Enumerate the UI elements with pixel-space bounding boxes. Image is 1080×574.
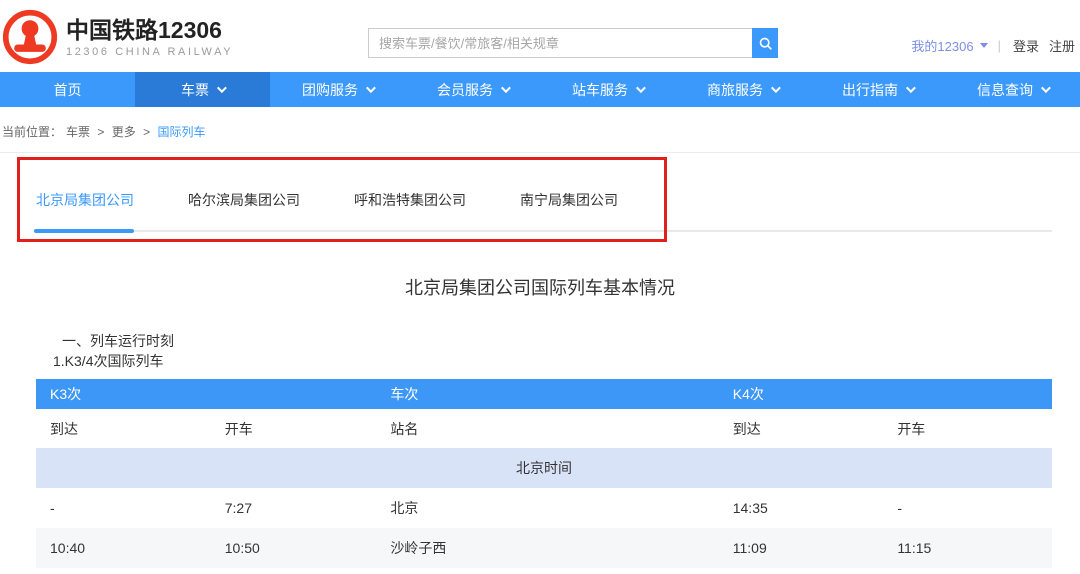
nav-item-station-service[interactable]: 站车服务 xyxy=(540,72,675,107)
tab-harbin-bureau[interactable]: 哈尔滨局集团公司 xyxy=(188,190,300,210)
chevron-down-icon xyxy=(636,83,646,93)
nav-label: 首页 xyxy=(54,80,82,100)
col-header-arrive: 到达 xyxy=(36,419,211,439)
cell-depart: 10:50 xyxy=(211,540,377,556)
tab-track xyxy=(36,230,1052,232)
cell-depart: 11:15 xyxy=(883,540,1052,556)
search-input[interactable] xyxy=(368,28,752,58)
chevron-down-icon xyxy=(217,83,227,93)
group-header-k3: K3次 xyxy=(36,384,211,404)
chevron-down-icon xyxy=(1041,83,1051,93)
page: 中国铁路12306 12306 CHINA RAILWAY 我的12306 | … xyxy=(0,0,1080,574)
page-title: 北京局集团公司国际列车基本情况 xyxy=(0,274,1080,300)
chevron-down-icon xyxy=(771,83,781,93)
nav-item-travel-guide[interactable]: 出行指南 xyxy=(810,72,945,107)
register-link[interactable]: 注册 xyxy=(1049,36,1075,55)
nav-label: 信息查询 xyxy=(977,80,1033,100)
search-icon xyxy=(758,36,773,51)
international-train-table: K3次 车次 K4次 到达 开车 站名 到达 开车 北京时间 - 7:27 北京… xyxy=(36,379,1052,568)
cell-depart: 7:27 xyxy=(211,500,377,516)
nav-item-info-query[interactable]: 信息查询 xyxy=(945,72,1080,107)
breadcrumb-separator: > xyxy=(143,125,150,139)
nav-label: 商旅服务 xyxy=(707,80,763,100)
main-nav: 首页 车票 团购服务 会员服务 站车服务 商旅服务 出行指南 信息查询 xyxy=(0,72,1080,107)
tab-beijing-bureau[interactable]: 北京局集团公司 xyxy=(36,190,134,210)
col-header-depart: 开车 xyxy=(211,419,377,439)
section-headings: 一、列车运行时刻 1.K3/4次国际列车 xyxy=(53,331,174,371)
my-12306-label: 我的12306 xyxy=(911,36,973,55)
cell-station: 北京 xyxy=(376,498,718,518)
bureau-tabs: 北京局集团公司 哈尔滨局集团公司 呼和浩特集团公司 南宁局集团公司 xyxy=(36,190,672,210)
nav-label: 站车服务 xyxy=(572,80,628,100)
login-link[interactable]: 登录 xyxy=(1013,36,1039,55)
col-header-arrive: 到达 xyxy=(719,419,884,439)
chevron-down-icon xyxy=(906,83,916,93)
nav-item-business-travel[interactable]: 商旅服务 xyxy=(675,72,810,107)
table-column-header-row: 到达 开车 站名 到达 开车 xyxy=(36,409,1052,448)
nav-label: 车票 xyxy=(181,80,209,100)
breadcrumb-tickets[interactable]: 车票 xyxy=(66,125,90,139)
nav-item-tickets[interactable]: 车票 xyxy=(135,72,270,107)
beijing-time-row: 北京时间 xyxy=(36,448,1052,488)
search-button[interactable] xyxy=(752,28,778,58)
china-railway-emblem-icon xyxy=(2,9,58,65)
logo-subtitle: 12306 CHINA RAILWAY xyxy=(66,46,233,58)
breadcrumb-prefix: 当前位置： xyxy=(2,125,62,139)
breadcrumb: 当前位置： 车票 > 更多 > 国际列车 xyxy=(0,107,1080,152)
table-row: 10:40 10:50 沙岭子西 11:09 11:15 xyxy=(36,528,1052,568)
search-bar xyxy=(368,28,778,58)
caret-down-icon xyxy=(980,43,988,48)
breadcrumb-more[interactable]: 更多 xyxy=(112,125,136,139)
group-header-k4: K4次 xyxy=(719,384,884,404)
col-header-station: 站名 xyxy=(376,419,718,439)
active-tab-indicator xyxy=(34,229,134,233)
group-header-train: 车次 xyxy=(376,384,718,404)
nav-item-home[interactable]: 首页 xyxy=(0,72,135,107)
logo-text: 中国铁路12306 12306 CHINA RAILWAY xyxy=(66,17,233,58)
account-area: 我的12306 | 登录 注册 xyxy=(911,36,1075,55)
breadcrumb-current-international-trains[interactable]: 国际列车 xyxy=(157,125,205,139)
table-row: - 7:27 北京 14:35 - xyxy=(36,488,1052,528)
account-divider: | xyxy=(998,38,1001,53)
logo-title: 中国铁路12306 xyxy=(66,17,233,43)
nav-label: 团购服务 xyxy=(302,80,358,100)
chevron-down-icon xyxy=(366,83,376,93)
breadcrumb-separator: > xyxy=(97,125,104,139)
section-subheading: 1.K3/4次国际列车 xyxy=(53,351,174,371)
cell-arrive: 10:40 xyxy=(36,540,211,556)
beijing-time-label: 北京时间 xyxy=(516,458,572,478)
nav-item-membership[interactable]: 会员服务 xyxy=(405,72,540,107)
nav-item-group-buy[interactable]: 团购服务 xyxy=(270,72,405,107)
cell-arrive: 14:35 xyxy=(719,500,884,516)
site-header: 中国铁路12306 12306 CHINA RAILWAY 我的12306 | … xyxy=(0,0,1080,72)
cell-arrive: 11:09 xyxy=(719,540,884,556)
cell-arrive: - xyxy=(36,500,211,516)
cell-station: 沙岭子西 xyxy=(376,538,718,558)
chevron-down-icon xyxy=(501,83,511,93)
cell-depart: - xyxy=(883,500,1052,516)
panel-divider xyxy=(0,152,1080,153)
section-heading: 一、列车运行时刻 xyxy=(53,331,174,351)
table-group-header-row: K3次 车次 K4次 xyxy=(36,379,1052,409)
my-12306-menu[interactable]: 我的12306 xyxy=(911,36,987,55)
col-header-depart: 开车 xyxy=(883,419,1052,439)
site-logo[interactable]: 中国铁路12306 12306 CHINA RAILWAY xyxy=(2,9,233,65)
nav-label: 出行指南 xyxy=(842,80,898,100)
tab-nanning-bureau[interactable]: 南宁局集团公司 xyxy=(520,190,618,210)
tab-hohhot-bureau[interactable]: 呼和浩特集团公司 xyxy=(354,190,466,210)
nav-label: 会员服务 xyxy=(437,80,493,100)
